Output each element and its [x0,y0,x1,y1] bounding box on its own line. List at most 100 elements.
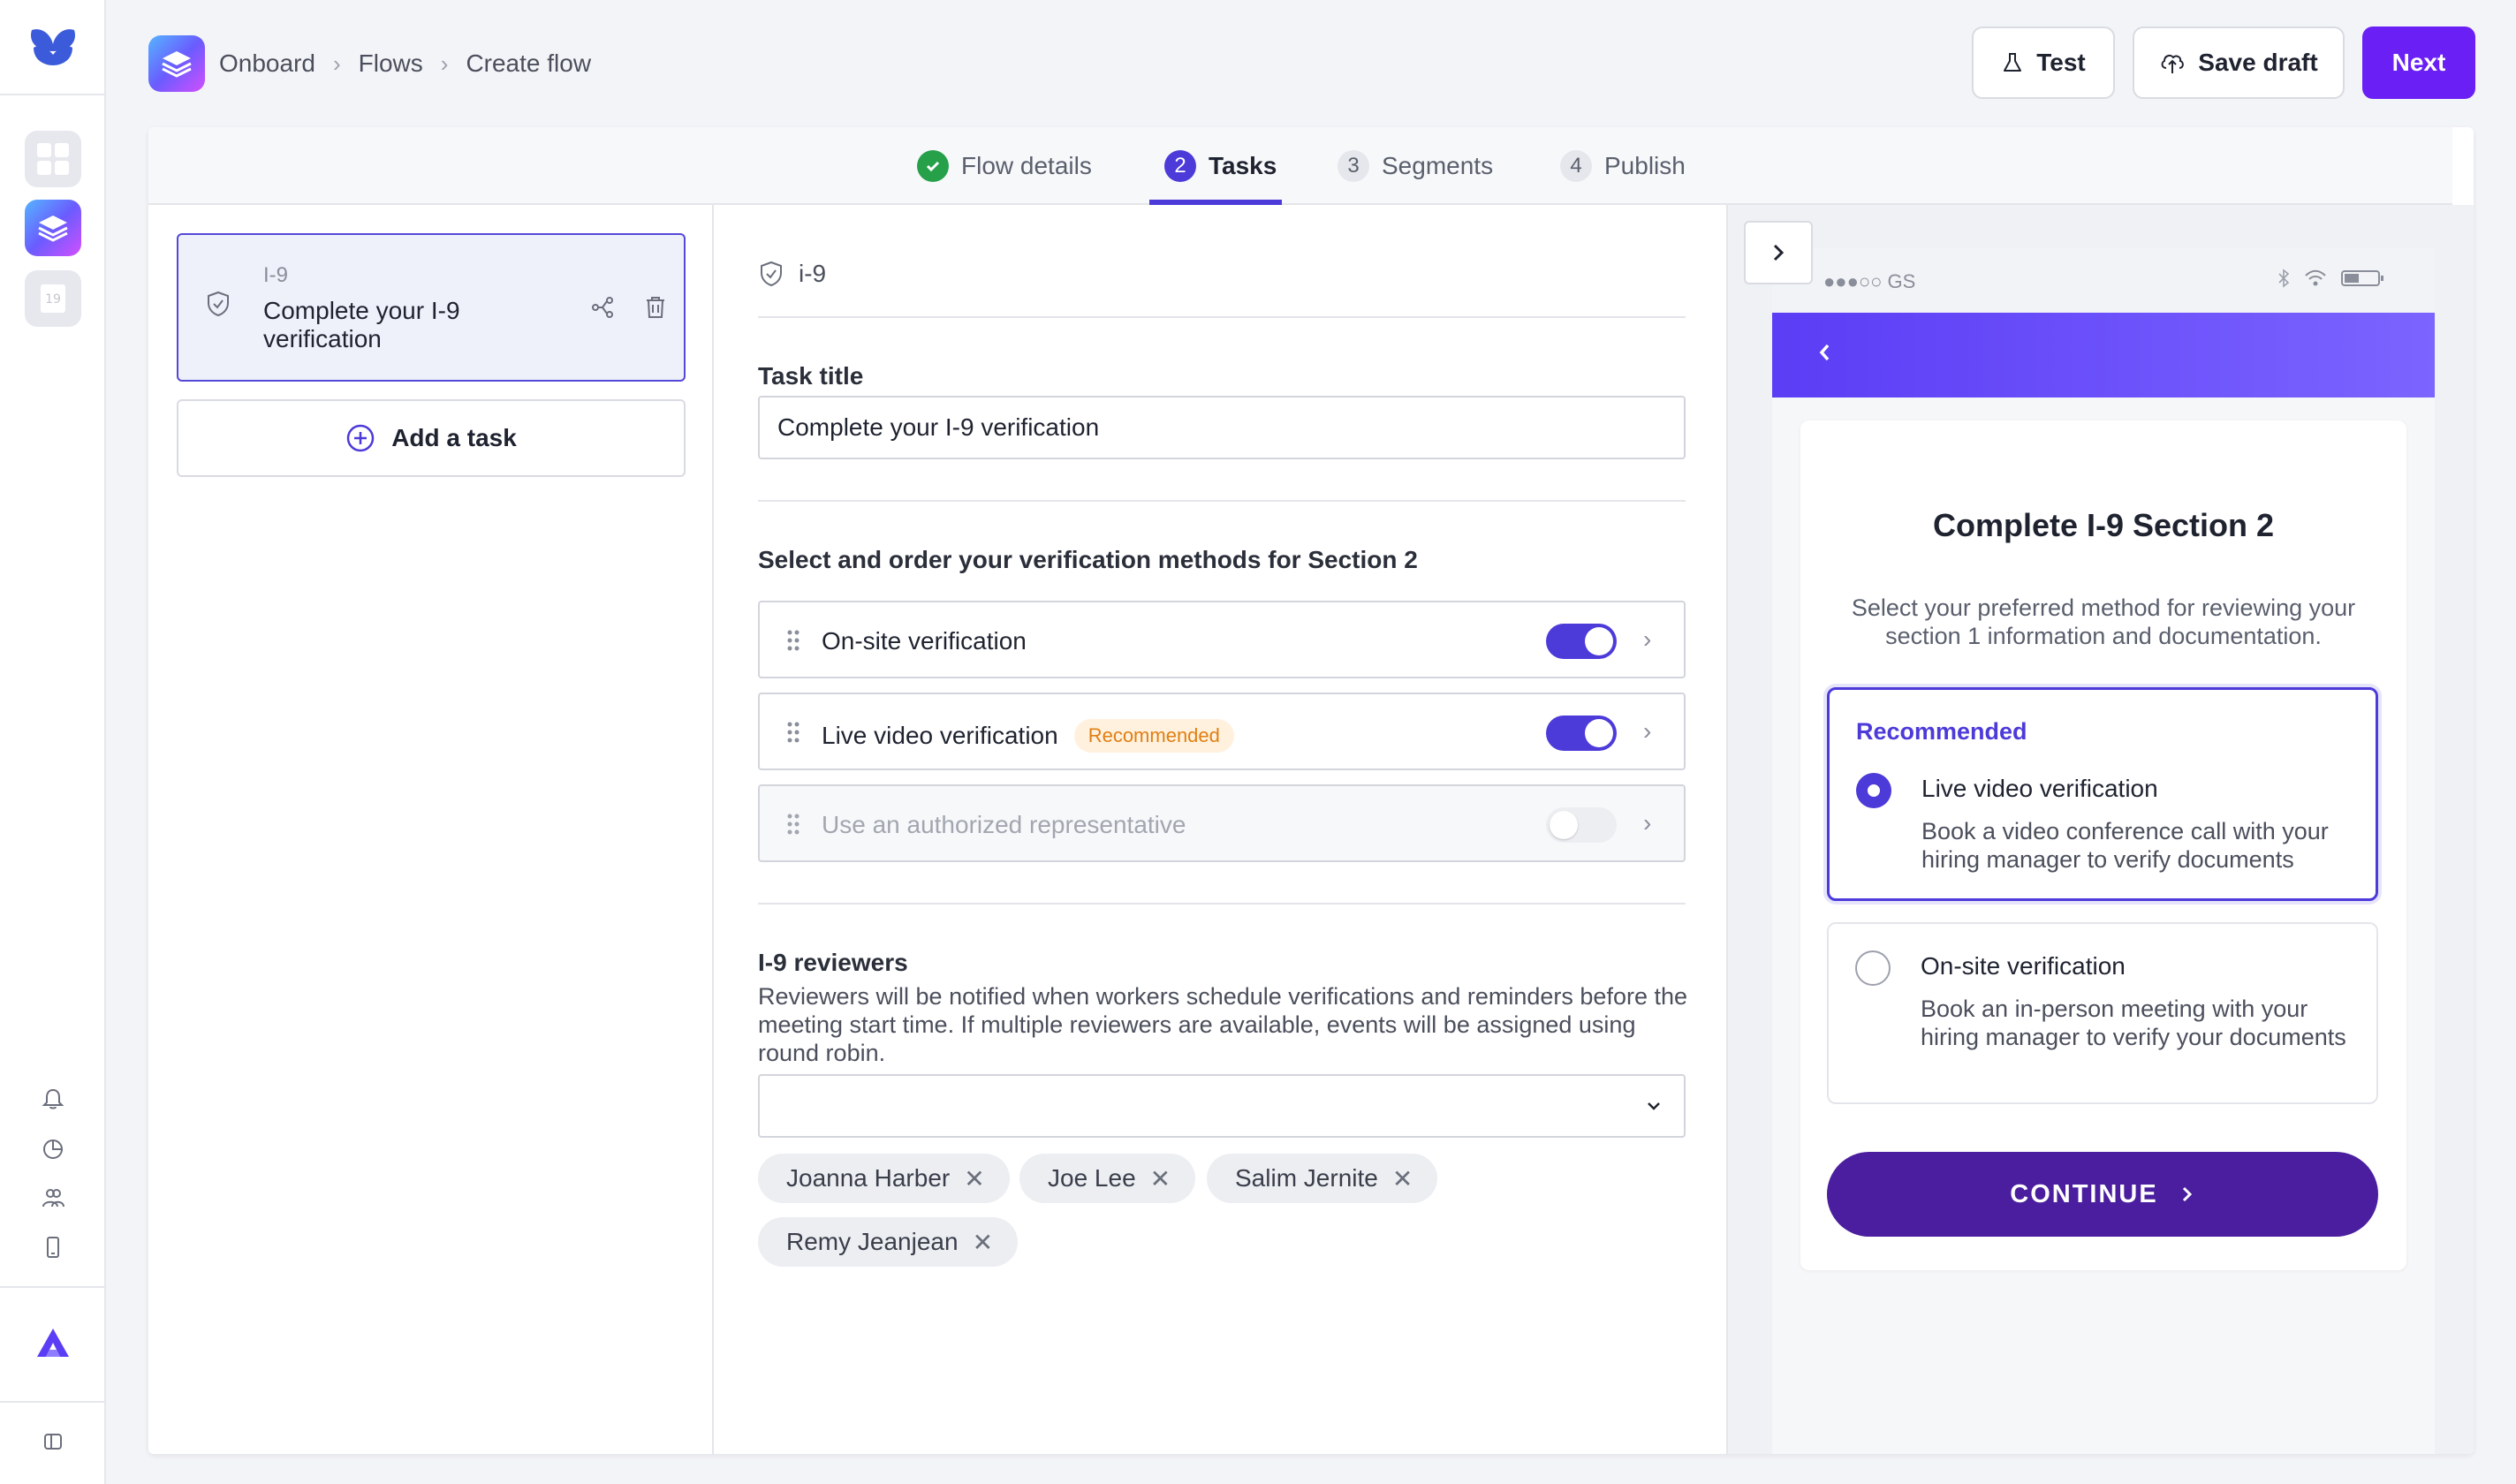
drag-handle-icon[interactable] [786,629,800,656]
shield-icon [205,290,231,322]
next-button-label: Next [2391,49,2446,76]
create-flow-card: Flow details 2 Tasks 3 Segments 4 Publis… [148,127,2474,1454]
method-toggle[interactable] [1546,716,1617,751]
step-label: Segments [1382,152,1494,179]
sidebar-toggle-icon[interactable] [39,1427,67,1456]
breadcrumb-onboard[interactable]: Onboard [219,49,315,78]
carrier-text: ●●●○○ GS [1823,270,1916,292]
check-icon [917,150,949,182]
method-label: Use an authorized representative [822,811,1186,838]
back-chevron-icon[interactable] [1815,339,1836,370]
breadcrumb: Onboard › Flows › Create flow [219,49,591,78]
divider [758,903,1686,905]
phone-status-bar: ●●●○○ GS [1772,247,2435,313]
test-button[interactable]: Test [1972,26,2115,99]
svg-text:19: 19 [45,292,61,307]
task-type-header: i-9 [758,260,826,288]
method-row-live-video[interactable]: Live video verification Recommended › [758,693,1686,770]
reviewer-chip[interactable]: Remy Jeanjean ✕ [758,1217,1019,1267]
methods-heading: Select and order your verification metho… [758,546,1418,573]
remove-icon[interactable]: ✕ [1392,1164,1413,1193]
method-toggle[interactable] [1546,807,1617,843]
method-label: On-site verification [822,627,1027,655]
method-row-authorized-rep[interactable]: Use an authorized representative › [758,784,1686,862]
expand-preview-button[interactable] [1744,221,1813,284]
method-row-onsite[interactable]: On-site verification › [758,601,1686,678]
option-live-video[interactable]: Recommended Live video verification Book… [1827,687,2378,901]
task-card-i9[interactable]: I-9 Complete your I-9 verification [177,233,686,382]
step-segments[interactable]: 3 Segments [1338,127,1493,205]
phone-nav-bar [1772,313,2435,398]
divider [758,500,1686,502]
mobile-preview-panel: ●●●○○ GS Complete I-9 Section 2 Select y… [1726,205,2474,1454]
trash-icon[interactable] [640,292,671,323]
next-button[interactable]: Next [2362,26,2475,99]
reviewers-select[interactable] [758,1074,1686,1138]
remove-icon[interactable]: ✕ [973,1228,993,1257]
option-title: On-site verification [1921,952,2126,980]
mobile-icon[interactable] [39,1233,67,1261]
reviewer-chip[interactable]: Joe Lee ✕ [1019,1154,1196,1203]
chevron-right-icon[interactable]: › [1643,625,1651,654]
recommended-label: Recommended [1856,718,2027,745]
radio-selected[interactable] [1856,773,1891,808]
option-onsite[interactable]: On-site verification Book an in-person m… [1827,922,2378,1104]
chevron-right-icon[interactable]: › [1643,809,1651,837]
radio-unselected[interactable] [1855,950,1891,986]
company-logo-icon[interactable] [27,25,80,69]
reviewer-chip[interactable]: Salim Jernite ✕ [1207,1154,1438,1203]
step-flow-details[interactable]: Flow details [917,127,1092,205]
add-task-button[interactable]: Add a task [177,399,686,477]
onboard-brand-icon [148,35,205,92]
step-number: 2 [1164,150,1196,182]
step-publish[interactable]: 4 Publish [1560,127,1686,205]
task-title-input[interactable]: Complete your I-9 verification [758,396,1686,459]
step-label: Tasks [1209,152,1277,179]
task-list-panel: I-9 Complete your I-9 verification Add a… [148,205,714,1454]
option-description: Book an in-person meeting with your hiri… [1921,996,2346,1050]
apps-grid-icon[interactable] [25,131,81,187]
remove-icon[interactable]: ✕ [1150,1164,1171,1193]
task-type-label: i-9 [799,260,827,287]
brand-a-icon[interactable] [35,1325,71,1360]
flask-icon [2004,53,2022,72]
chevron-right-icon: › [332,49,341,77]
battery-icon [2341,270,2383,286]
stepper: Flow details 2 Tasks 3 Segments 4 Publis… [148,127,2452,205]
people-icon[interactable] [39,1184,67,1212]
step-number: 3 [1338,150,1369,182]
option-title: Live video verification [1921,775,2158,802]
cloud-upload-icon [2161,54,2185,73]
continue-button[interactable]: CONTINUE [1827,1152,2378,1237]
task-title-label: Task title [758,362,864,390]
continue-label: CONTINUE [2010,1179,2158,1208]
drag-handle-icon[interactable] [786,813,800,840]
method-toggle[interactable] [1546,624,1617,659]
breadcrumb-flows[interactable]: Flows [359,49,423,78]
bell-icon[interactable] [39,1085,67,1113]
shield-icon [761,261,782,287]
preview-subtitle: Select your preferred method for reviewi… [1851,594,2356,649]
i9-app-icon[interactable]: 19 [25,270,81,327]
chevron-right-icon [1773,244,1785,261]
remove-icon[interactable]: ✕ [964,1164,984,1193]
task-form-panel: i-9 Task title Complete your I-9 verific… [716,205,1726,1454]
breadcrumb-create-flow: Create flow [466,49,592,77]
step-tasks[interactable]: 2 Tasks [1164,127,1277,205]
chevron-right-icon: › [440,49,449,77]
option-description: Book a video conference call with your h… [1921,818,2329,873]
drag-handle-icon[interactable] [786,721,800,748]
save-draft-button[interactable]: Save draft [2133,26,2345,99]
preview-card: Complete I-9 Section 2 Select your prefe… [1800,420,2406,1270]
add-task-label: Add a task [391,424,517,451]
bluetooth-icon [2278,269,2290,288]
pie-chart-icon[interactable] [39,1134,67,1162]
preview-title: Complete I-9 Section 2 [1932,507,2275,543]
chevron-right-icon[interactable]: › [1643,717,1651,746]
onboard-app-icon[interactable] [25,200,81,256]
reviewer-chip[interactable]: Joanna Harber ✕ [758,1154,1010,1203]
branch-icon[interactable] [587,292,618,323]
chevron-right-icon [2182,1186,2192,1202]
step-label: Flow details [961,152,1092,179]
wifi-icon [2305,269,2326,286]
